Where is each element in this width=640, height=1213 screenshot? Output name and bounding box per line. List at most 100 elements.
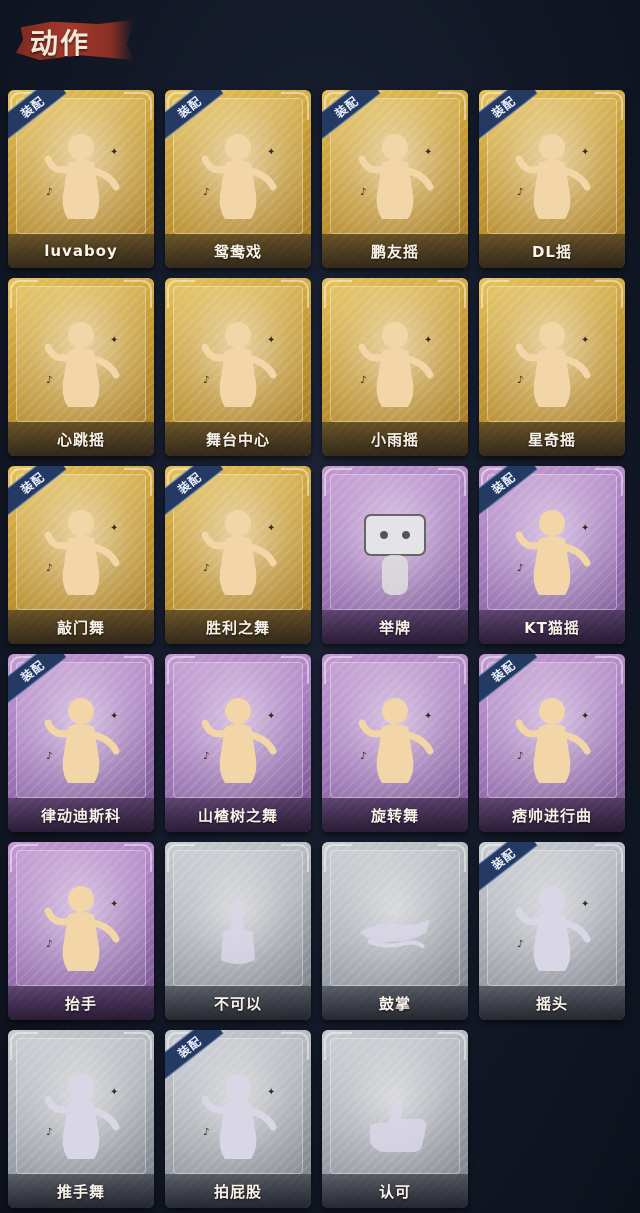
frame-corner-decoration	[124, 280, 152, 308]
svg-text:♪: ♪	[203, 563, 209, 574]
svg-text:♪: ♪	[203, 187, 209, 198]
svg-text:✦: ✦	[267, 711, 275, 722]
svg-text:♪: ♪	[46, 375, 52, 386]
emote-name: 摇头	[535, 994, 568, 1013]
frame-corner-decoration	[324, 468, 352, 496]
svg-text:♪: ♪	[46, 751, 52, 762]
frame-corner-decoration	[595, 844, 623, 872]
frame-corner-decoration	[10, 844, 38, 872]
frame-corner-decoration	[595, 92, 623, 120]
card-label-bar: 痞帅进行曲	[479, 798, 625, 832]
frame-corner-decoration	[124, 656, 152, 684]
card-label-bar: KT猫摇	[479, 610, 625, 644]
frame-corner-decoration	[595, 468, 623, 496]
emote-name: 鹏友摇	[370, 242, 419, 261]
svg-text:♪: ♪	[46, 563, 52, 574]
card-label-bar: 心跳摇	[8, 422, 154, 456]
svg-text:✦: ✦	[110, 523, 118, 534]
card-label-bar: 敲门舞	[8, 610, 154, 644]
dancer-silhouette-icon: ♪ ✦	[350, 125, 440, 225]
emote-name: luvaboy	[44, 242, 118, 260]
emote-card[interactable]: ♪ ✦ 拍屁股 装配	[165, 1030, 311, 1208]
card-label-bar: 星奇摇	[479, 422, 625, 456]
card-label-bar: 小雨摇	[322, 422, 468, 456]
svg-text:✦: ✦	[424, 147, 432, 158]
clap-hands-icon	[350, 877, 440, 977]
emote-card[interactable]: ♪ ✦ 鸳鸯戏 装配	[165, 90, 311, 268]
thumbs-up-icon	[350, 1065, 440, 1165]
push-hands-icon: ♪ ✦	[36, 1065, 126, 1165]
emote-card[interactable]: ♪ ✦ 摇头 装配	[479, 842, 625, 1020]
emote-card[interactable]: 举牌	[322, 466, 468, 644]
emote-card[interactable]: ♪ ✦ 心跳摇	[8, 278, 154, 456]
frame-corner-decoration	[10, 280, 38, 308]
card-label-bar: 推手舞	[8, 1174, 154, 1208]
frame-corner-decoration	[167, 844, 195, 872]
emote-card[interactable]: ♪ ✦ 鹏友摇 装配	[322, 90, 468, 268]
emote-card[interactable]: ♪ ✦ 星奇摇	[479, 278, 625, 456]
svg-text:♪: ♪	[203, 375, 209, 386]
svg-text:✦: ✦	[581, 523, 589, 534]
emote-name: 星奇摇	[527, 430, 576, 449]
emote-card[interactable]: ♪ ✦ 推手舞	[8, 1030, 154, 1208]
emote-card[interactable]: ♪ ✦ 痞帅进行曲 装配	[479, 654, 625, 832]
emote-card[interactable]: 认可	[322, 1030, 468, 1208]
frame-corner-decoration	[324, 844, 352, 872]
emote-card[interactable]: ♪ ✦ 山楂树之舞	[165, 654, 311, 832]
card-label-bar: DL摇	[479, 234, 625, 268]
emote-card[interactable]: 不可以	[165, 842, 311, 1020]
svg-text:✦: ✦	[110, 335, 118, 346]
frame-corner-decoration	[281, 844, 309, 872]
dancer-silhouette-icon: ♪ ✦	[350, 313, 440, 413]
emote-card[interactable]: ♪ ✦ 敲门舞 装配	[8, 466, 154, 644]
emote-name: 认可	[378, 1182, 411, 1201]
card-label-bar: 旋转舞	[322, 798, 468, 832]
emote-name: 推手舞	[56, 1182, 105, 1201]
dancer-silhouette-icon: ♪ ✦	[507, 689, 597, 789]
emote-card[interactable]: ♪ ✦ 舞台中心	[165, 278, 311, 456]
frame-corner-decoration	[438, 92, 466, 120]
emote-card[interactable]: ♪ ✦ luvaboy 装配	[8, 90, 154, 268]
emote-name: DL摇	[531, 242, 572, 261]
card-label-bar: 摇头	[479, 986, 625, 1020]
svg-text:✦: ✦	[110, 1087, 118, 1098]
emote-card[interactable]: ♪ ✦ 律动迪斯科 装配	[8, 654, 154, 832]
shake-head-icon: ♪ ✦	[507, 877, 597, 977]
dancer-silhouette-icon: ♪ ✦	[36, 501, 126, 601]
emote-card[interactable]: ♪ ✦ DL摇 装配	[479, 90, 625, 268]
frame-corner-decoration	[281, 280, 309, 308]
frame-corner-decoration	[324, 280, 352, 308]
svg-text:✦: ✦	[581, 147, 589, 158]
svg-text:✦: ✦	[581, 899, 589, 910]
frame-corner-decoration	[281, 656, 309, 684]
emote-card[interactable]: ♪ ✦ 胜利之舞 装配	[165, 466, 311, 644]
svg-text:✦: ✦	[110, 147, 118, 158]
svg-text:♪: ♪	[360, 375, 366, 386]
card-label-bar: 舞台中心	[165, 422, 311, 456]
slap-dance-icon: ♪ ✦	[193, 1065, 283, 1165]
emote-name: 抬手	[64, 994, 97, 1013]
frame-corner-decoration	[595, 280, 623, 308]
emote-name: 舞台中心	[205, 430, 270, 449]
frame-corner-decoration	[324, 1032, 352, 1060]
frame-corner-decoration	[438, 1032, 466, 1060]
frame-corner-decoration	[438, 656, 466, 684]
frame-corner-decoration	[281, 468, 309, 496]
svg-text:♪: ♪	[203, 1127, 209, 1138]
emote-name: 痞帅进行曲	[511, 806, 592, 825]
svg-text:♪: ♪	[517, 939, 523, 950]
sign-holder-icon	[350, 501, 440, 601]
emote-card[interactable]: ♪ ✦ 小雨摇	[322, 278, 468, 456]
frame-corner-decoration	[281, 92, 309, 120]
emote-card[interactable]: ♪ ✦ 旋转舞	[322, 654, 468, 832]
svg-text:✦: ✦	[581, 711, 589, 722]
svg-text:✦: ✦	[110, 899, 118, 910]
section-header: 动作	[16, 14, 134, 62]
frame-corner-decoration	[10, 1032, 38, 1060]
emote-card[interactable]: 鼓掌	[322, 842, 468, 1020]
emote-card[interactable]: ♪ ✦ KT猫摇 装配	[479, 466, 625, 644]
svg-text:✦: ✦	[110, 711, 118, 722]
frame-corner-decoration	[124, 468, 152, 496]
svg-text:♪: ♪	[517, 187, 523, 198]
emote-card[interactable]: ♪ ✦ 抬手	[8, 842, 154, 1020]
